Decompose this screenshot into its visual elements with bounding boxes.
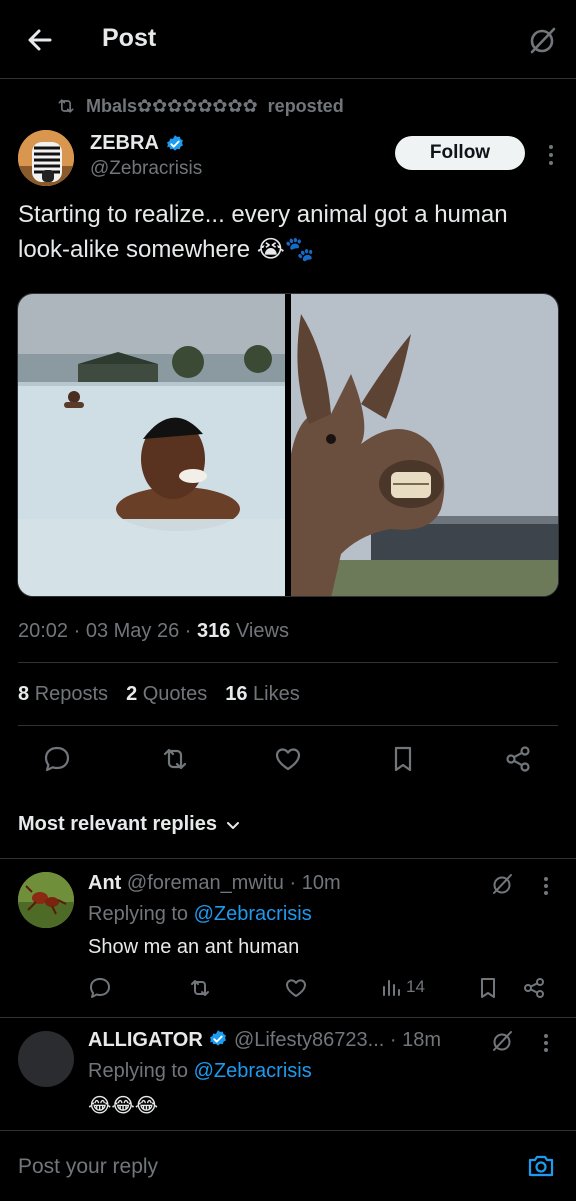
grok-icon[interactable]	[490, 1029, 514, 1053]
replies-sort[interactable]: Most relevant replies	[18, 813, 241, 836]
quotes-stat[interactable]: 2 Quotes	[126, 683, 207, 706]
replying-to: Replying to @Zebracrisis	[88, 1060, 312, 1083]
reply-time: 18m	[402, 1029, 442, 1051]
reply-composer[interactable]: Post your reply	[0, 1130, 576, 1201]
reply-header: Ant @foreman_mwitu · 10m	[88, 872, 341, 894]
views-count: 316	[197, 620, 231, 642]
author-handle[interactable]: @Zebracrisis	[90, 158, 202, 180]
replying-to: Replying to @Zebracrisis	[88, 903, 312, 926]
grok-icon[interactable]	[490, 872, 514, 896]
photo-man-in-pool[interactable]	[18, 294, 285, 596]
reply-text: 😂😂😂	[88, 1093, 159, 1117]
grok-icon[interactable]	[526, 24, 558, 56]
more-icon[interactable]	[543, 876, 549, 896]
repost-icon[interactable]	[188, 976, 212, 1000]
author-name[interactable]: ZEBRA	[90, 132, 185, 155]
reply-author-handle[interactable]: @foreman_mwitu	[127, 872, 284, 894]
views-icon	[383, 980, 400, 996]
verified-badge-icon	[210, 1030, 227, 1046]
views-label: Views	[235, 620, 289, 642]
views-stat[interactable]: 14	[380, 976, 425, 998]
author-name-text[interactable]: ZEBRA	[90, 132, 159, 155]
likes-label: Likes	[253, 683, 300, 705]
quotes-label: Quotes	[142, 683, 208, 705]
reply-author-handle[interactable]: @Lifesty86723...	[234, 1029, 384, 1051]
repost-icon	[58, 99, 74, 113]
share-icon[interactable]	[522, 976, 546, 1000]
post-actions	[0, 744, 576, 776]
reply-author-name[interactable]: Ant	[88, 872, 121, 894]
reply-actions: 14	[0, 976, 576, 1002]
reposts-stat[interactable]: 8 Reposts	[18, 683, 108, 706]
more-icon[interactable]	[543, 1033, 549, 1053]
replies-sort-label: Most relevant replies	[18, 813, 217, 835]
reply-avatar[interactable]	[18, 1031, 74, 1087]
author-avatar[interactable]	[18, 130, 74, 186]
replying-to-label: Replying to	[88, 903, 189, 925]
chevron-down-icon	[226, 821, 239, 829]
follow-button[interactable]: Follow	[395, 136, 525, 170]
repost-icon[interactable]	[160, 744, 190, 774]
back-arrow-icon[interactable]	[24, 24, 56, 56]
page-title: Post	[102, 24, 157, 52]
post-media	[17, 293, 559, 597]
share-icon[interactable]	[503, 744, 533, 774]
more-icon[interactable]	[548, 144, 554, 166]
reposts-count: 8	[18, 683, 30, 705]
post-emoji: 😭🐾	[256, 235, 315, 263]
verified-badge-icon	[166, 134, 183, 151]
camera-icon[interactable]	[526, 1151, 556, 1181]
reply-header: ALLIGATOR @Lifesty86723... · 18m	[88, 1029, 442, 1051]
reply-author-name[interactable]: ALLIGATOR	[88, 1029, 203, 1051]
bookmark-icon[interactable]	[388, 744, 418, 774]
photo-donkey[interactable]	[291, 294, 558, 596]
replying-to-handle[interactable]: @Zebracrisis	[194, 903, 312, 925]
quotes-count: 2	[126, 683, 138, 705]
post-meta: 20:02 · 03 May 26 · 316 Views	[18, 620, 289, 642]
divider	[18, 725, 558, 726]
top-bar: Post	[0, 0, 576, 79]
replying-to-handle[interactable]: @Zebracrisis	[194, 1060, 312, 1082]
post-text: Starting to realize... every animal got …	[18, 198, 558, 267]
reply-input[interactable]: Post your reply	[18, 1155, 158, 1179]
like-icon[interactable]	[273, 744, 303, 774]
reply-icon[interactable]	[42, 744, 72, 774]
views-count: 14	[406, 977, 425, 996]
post-stats: 8 Reposts 2 Quotes 16 Likes	[18, 683, 300, 706]
post-time: 20:02	[18, 620, 69, 642]
repost-indicator[interactable]: Mbals✿✿✿✿✿✿✿✿ reposted	[56, 94, 344, 118]
reply-item[interactable]: ALLIGATOR @Lifesty86723... · 18m Replyin…	[0, 1017, 576, 1129]
likes-count: 16	[225, 683, 248, 705]
likes-stat[interactable]: 16 Likes	[225, 683, 300, 706]
bookmark-icon[interactable]	[476, 976, 500, 1000]
divider	[18, 662, 558, 663]
repost-label: reposted	[267, 95, 344, 116]
reply-text: Show me an ant human	[88, 936, 300, 958]
reply-item[interactable]: Ant @foreman_mwitu · 10m Replying to @Ze…	[0, 858, 576, 1018]
reply-avatar[interactable]	[18, 872, 74, 928]
reposts-label: Reposts	[34, 683, 109, 705]
repost-user[interactable]: Mbals✿✿✿✿✿✿✿✿	[86, 96, 258, 117]
replying-to-label: Replying to	[88, 1060, 189, 1082]
like-icon[interactable]	[284, 976, 308, 1000]
reply-time: 10m	[301, 872, 341, 894]
reply-icon[interactable]	[88, 976, 112, 1000]
post-date: 03 May 26	[85, 620, 180, 642]
